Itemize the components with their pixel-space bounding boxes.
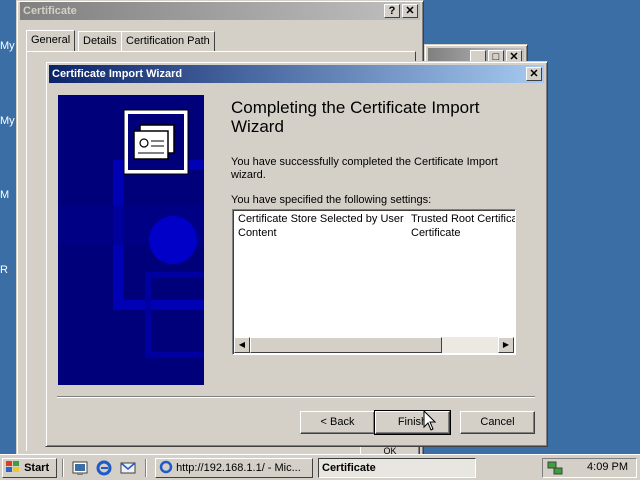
task-certificate[interactable]: Certificate [318, 458, 476, 478]
taskbar-divider [145, 459, 147, 477]
settings-listbox[interactable]: Certificate Store Selected by User Trust… [232, 209, 516, 355]
tab-general[interactable]: General [26, 30, 76, 52]
system-tray: 4:09 PM [542, 458, 637, 478]
wizard-heading: Completing the Certificate Import Wizard [231, 98, 480, 136]
scroll-right-icon[interactable]: ▶ [498, 337, 514, 353]
browser-icon [159, 460, 173, 474]
wizard-title: Certificate Import Wizard [52, 68, 183, 80]
tab-details[interactable]: Details [78, 31, 122, 51]
windows-logo-icon [6, 461, 19, 472]
task-certificate-label: Certificate [322, 462, 376, 474]
taskbar-divider [62, 459, 64, 477]
finish-button[interactable]: Finish [374, 410, 451, 435]
desktop-label-my-computer[interactable]: My [0, 115, 15, 127]
network-icon[interactable] [547, 460, 563, 476]
start-button[interactable]: Start [2, 458, 57, 478]
settings-label: You have specified the following setting… [231, 194, 432, 206]
scroll-thumb[interactable] [250, 337, 442, 353]
clock[interactable]: 4:09 PM [587, 461, 628, 473]
wizard-message: You have successfully completed the Cert… [231, 156, 498, 181]
internet-explorer-icon[interactable] [96, 460, 112, 476]
show-desktop-icon[interactable] [72, 460, 88, 476]
setting-name: Content [238, 227, 277, 239]
horizontal-scrollbar[interactable]: ◀ ▶ [234, 337, 514, 353]
certificate-title: Certificate [23, 5, 77, 17]
task-browser[interactable]: http://192.168.1.1/ - Mic... [155, 458, 313, 478]
setting-name: Certificate Store Selected by User [238, 213, 404, 225]
taskbar: Start http://192.168.1.1/ - Mic... Certi… [0, 454, 640, 480]
desktop-label-my-documents[interactable]: My [0, 40, 15, 52]
close-button[interactable]: ✕ [402, 4, 418, 18]
cancel-button[interactable]: Cancel [460, 411, 535, 434]
wizard-art-graphic [58, 109, 204, 358]
desktop-label-recycle-bin[interactable]: R [0, 264, 8, 276]
mouse-cursor-icon [423, 410, 437, 431]
setting-value: Trusted Root Certifica [411, 213, 516, 225]
back-button[interactable]: < Back [300, 411, 375, 434]
setting-value: Certificate [411, 227, 461, 239]
tab-certification-path[interactable]: Certification Path [121, 31, 215, 51]
start-label: Start [24, 462, 50, 474]
outlook-express-icon[interactable] [120, 460, 136, 476]
wizard-sidebar-art [58, 95, 204, 385]
certificate-icon [133, 124, 175, 160]
button-separator [57, 396, 535, 398]
scroll-left-icon[interactable]: ◀ [234, 337, 250, 353]
desktop-label-my-network[interactable]: M [0, 189, 9, 201]
help-button[interactable]: ? [384, 4, 400, 18]
close-button[interactable]: ✕ [526, 67, 542, 81]
certificate-titlebar: Certificate ? ✕ [20, 2, 420, 20]
task-browser-label: http://192.168.1.1/ - Mic... [176, 462, 301, 474]
wizard-titlebar: Certificate Import Wizard ✕ [49, 65, 544, 83]
